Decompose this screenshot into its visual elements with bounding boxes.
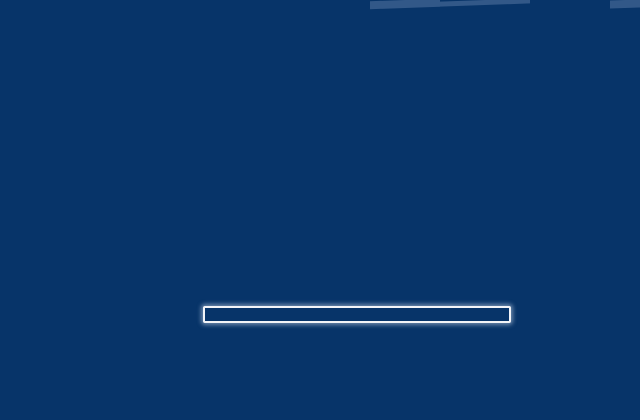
background-texture [370, 0, 440, 10]
progress-bar [203, 306, 511, 323]
background-texture [440, 0, 530, 7]
background-texture [610, 0, 640, 9]
